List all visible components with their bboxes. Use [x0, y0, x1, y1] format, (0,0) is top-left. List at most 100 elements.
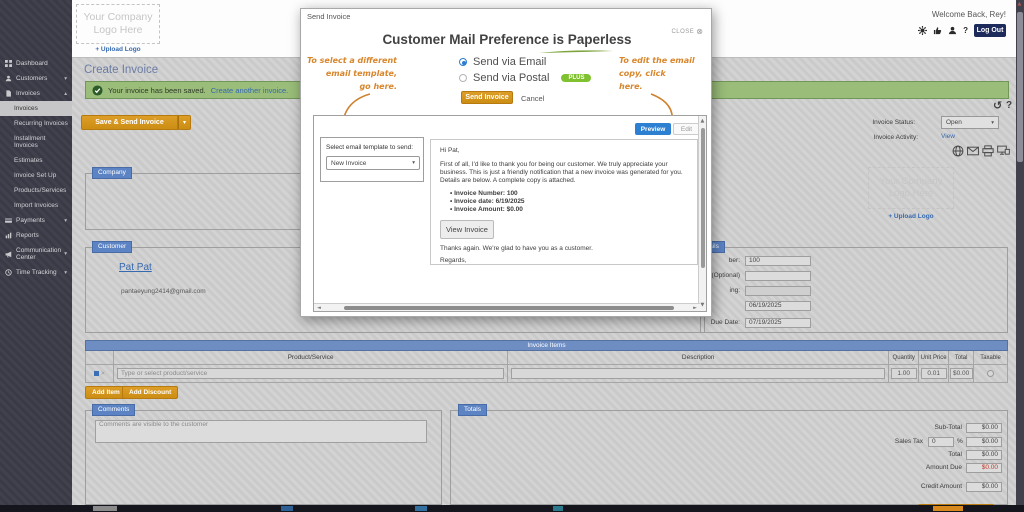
edit-button[interactable]: Edit — [673, 123, 700, 135]
radio-postal-label: Send via Postal — [473, 72, 549, 84]
sales-tax-label: Sales Tax — [820, 437, 923, 447]
user-icon[interactable] — [948, 26, 957, 35]
col-handle-header — [86, 351, 114, 364]
megaphone-icon — [5, 251, 12, 258]
scroll-up-arrow-icon[interactable]: ▲ — [701, 119, 705, 124]
save-send-invoice-button[interactable]: Save & Send Invoice — [81, 115, 178, 130]
email-closing: Thanks again. We're glad to have you as … — [440, 245, 688, 253]
sidebar-item-dashboard[interactable]: Dashboard — [0, 56, 72, 71]
sidebar-item-payments[interactable]: Payments ▾ — [0, 213, 72, 228]
taskbar-app-icon[interactable] — [553, 506, 563, 511]
radio-selected-icon — [459, 58, 467, 66]
undo-icon[interactable]: ↺ — [993, 99, 1002, 112]
quantity-input[interactable]: 1.00 — [891, 368, 917, 379]
scroll-up-arrow-icon[interactable]: ▲ — [1018, 2, 1022, 7]
description-input[interactable] — [511, 368, 885, 379]
sidebar-item-customers[interactable]: Customers ▾ — [0, 71, 72, 86]
sidebar-item-time-tracking[interactable]: Time Tracking ▾ — [0, 265, 72, 280]
invoice-upload-logo-link[interactable]: + Upload Logo — [868, 213, 954, 220]
due-date-field[interactable]: 07/19/2025 — [745, 318, 811, 328]
preview-horizontal-scrollbar[interactable]: ◄ ► — [314, 303, 700, 311]
invoice-date-field[interactable]: 06/19/2025 — [745, 301, 811, 311]
detail-row3-field[interactable] — [745, 286, 811, 296]
globe-icon[interactable] — [952, 145, 964, 157]
sidebar-item-label: Payments — [16, 217, 45, 224]
scroll-right-arrow-icon[interactable]: ► — [693, 306, 697, 311]
scroll-left-arrow-icon[interactable]: ◄ — [317, 306, 321, 311]
invoice-number-field[interactable]: 100 — [745, 256, 811, 266]
printer-icon[interactable] — [982, 145, 994, 157]
product-service-input[interactable] — [117, 368, 504, 379]
row-handle-cell[interactable]: ✕ — [86, 365, 114, 382]
submenu-item-installment-invoices[interactable]: Installment Invoices — [0, 131, 72, 153]
submenu-item-products-services[interactable]: Products/Services — [0, 183, 72, 198]
help-icon[interactable]: ? — [963, 26, 968, 35]
taskbar-app-icon[interactable] — [281, 506, 293, 511]
taskbar-app-icon[interactable] — [415, 506, 427, 511]
dashboard-icon — [5, 60, 12, 67]
comments-textarea[interactable] — [95, 420, 427, 443]
gear-icon[interactable] — [918, 26, 927, 35]
mail-icon[interactable] — [967, 145, 979, 157]
table-row: ✕ 1.00 0.01 $0.00 — [86, 365, 1007, 382]
send-invoice-button[interactable]: Send Invoice — [461, 91, 513, 104]
sales-tax-input[interactable]: 0 — [928, 437, 954, 447]
sidebar-item-invoices[interactable]: Invoices ▴ — [0, 86, 72, 101]
monitor-icon[interactable] — [997, 145, 1010, 157]
preview-vertical-scrollbar[interactable]: ▲ ▼ — [698, 116, 706, 311]
chevron-down-icon: ▾ — [64, 270, 67, 276]
sidebar-item-communication-center[interactable]: Communication Center ▾ — [0, 243, 72, 265]
taxable-checkbox[interactable] — [987, 370, 994, 377]
logout-button[interactable]: Log Out — [974, 24, 1006, 37]
invoices-icon — [5, 90, 12, 97]
sidebar-item-label: Dashboard — [16, 60, 48, 67]
submenu-item-import-invoices[interactable]: Import Invoices — [0, 198, 72, 213]
chevron-down-icon: ▾ — [64, 218, 67, 224]
invoice-logo-placeholder[interactable]: Your Company Logo Here — [868, 167, 954, 209]
delete-row-icon[interactable]: ✕ — [101, 371, 106, 377]
col-total-header: Total — [949, 351, 974, 364]
vertical-scroll-thumb[interactable] — [701, 128, 705, 268]
horizontal-scroll-thumb[interactable] — [344, 306, 674, 310]
sidebar-item-reports[interactable]: Reports — [0, 228, 72, 243]
modal-title: Send Invoice — [307, 12, 350, 21]
save-send-dropdown-caret[interactable]: ▾ — [178, 115, 191, 130]
credit-amount-label: Credit Amount — [840, 482, 962, 492]
submenu-item-recurring-invoices[interactable]: Recurring Invoices — [0, 116, 72, 131]
email-template-select[interactable]: New Invoice ▾ — [326, 156, 420, 170]
submenu-item-estimates[interactable]: Estimates — [0, 153, 72, 168]
add-discount-button[interactable]: Add Discount — [122, 386, 178, 399]
submenu-item-invoices[interactable]: Invoices — [0, 101, 72, 116]
send-via-email-option[interactable]: Send via Email — [459, 56, 546, 68]
logo-text-line1: Your Company — [83, 11, 152, 24]
scroll-down-arrow-icon[interactable]: ▼ — [701, 303, 705, 308]
upload-logo-link[interactable]: + Upload Logo — [76, 46, 160, 53]
cancel-button[interactable]: Cancel — [521, 94, 544, 103]
submenu-item-invoice-set-up[interactable]: Invoice Set Up — [0, 168, 72, 183]
product-cell — [114, 365, 508, 382]
total-cell: $0.00 — [949, 365, 974, 382]
add-item-button[interactable]: Add Item — [85, 386, 127, 399]
po-number-field[interactable] — [745, 271, 811, 281]
table-header-row: Product/Service Description Quantity Uni… — [86, 351, 1007, 365]
chevron-down-icon: ▾ — [64, 251, 67, 257]
invoice-activity-view-link[interactable]: View — [941, 133, 955, 140]
page-scrollbar-thumb[interactable] — [1017, 12, 1023, 162]
subtotal-value: $0.00 — [966, 423, 1002, 433]
unit-price-input[interactable]: 0.01 — [921, 368, 947, 379]
customers-icon — [5, 75, 12, 82]
page-scrollbar[interactable]: ▲ — [1016, 0, 1024, 512]
thumbs-up-icon[interactable] — [933, 26, 942, 35]
company-logo-placeholder[interactable]: Your Company Logo Here — [76, 4, 160, 44]
taskbar-app-icon[interactable] — [933, 506, 963, 511]
page-help-icon[interactable]: ? — [1006, 100, 1012, 111]
description-cell — [508, 365, 889, 382]
send-via-postal-option[interactable]: Send via Postal PLUS — [459, 72, 591, 84]
customer-name-link[interactable]: Pat Pat — [119, 262, 152, 273]
email-greeting: Hi Pat, — [440, 147, 688, 155]
preview-button[interactable]: Preview — [635, 123, 671, 135]
create-another-invoice-link[interactable]: Create another invoice. — [211, 86, 289, 95]
check-icon — [92, 85, 103, 96]
taskbar-app-icon[interactable] — [93, 506, 117, 511]
invoice-status-select[interactable]: Open ▾ — [941, 116, 999, 129]
